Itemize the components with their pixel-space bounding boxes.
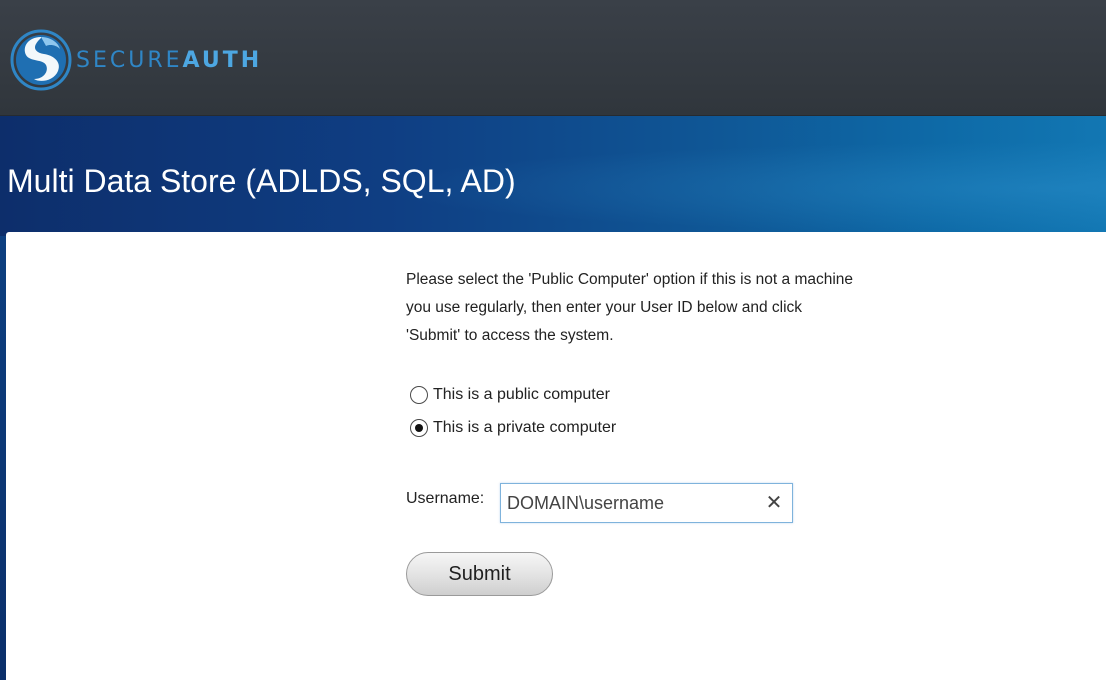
username-field[interactable]: ✕: [500, 483, 793, 523]
public-computer-radio[interactable]: [410, 386, 428, 404]
instructions-line-3: 'Submit' to access the system.: [406, 327, 614, 344]
close-icon[interactable]: ✕: [763, 492, 785, 514]
instructions-text: Please select the 'Public Computer' opti…: [406, 266, 946, 350]
instructions-line-1: Please select the 'Public Computer' opti…: [406, 271, 854, 288]
private-computer-radio[interactable]: [410, 419, 428, 437]
private-computer-label: This is a private computer: [433, 419, 617, 436]
username-label: Username:: [406, 490, 485, 507]
private-computer-option[interactable]: This is a private computer: [410, 417, 616, 439]
public-computer-option[interactable]: This is a public computer: [410, 384, 610, 406]
username-input[interactable]: [507, 488, 747, 518]
instructions-line-2: you use regularly, then enter your User …: [406, 299, 803, 316]
public-computer-label: This is a public computer: [433, 386, 610, 403]
brand-name: SECUREAUTH: [76, 47, 263, 73]
page-title: Multi Data Store (ADLDS, SQL, AD): [7, 163, 516, 199]
submit-button[interactable]: Submit: [406, 552, 553, 596]
brand-logo[interactable]: SECUREAUTH: [10, 28, 262, 92]
secureauth-logo-icon: [10, 29, 72, 91]
header-bar: SECUREAUTH: [0, 0, 1106, 116]
